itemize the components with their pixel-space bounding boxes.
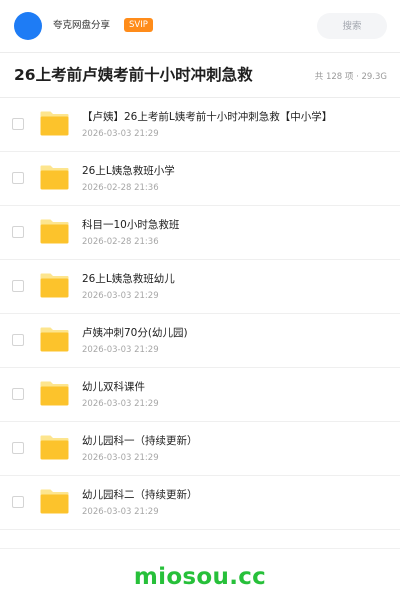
file-name: 幼儿园科一（持续更新） (82, 435, 198, 447)
select-checkbox[interactable] (12, 172, 24, 184)
page-title: 26上考前卢姨考前十小时冲刺急救 (14, 66, 253, 84)
select-checkbox[interactable] (12, 334, 24, 346)
top-bar: 夸克网盘分享 SVIP (0, 0, 400, 53)
file-list: 【卢姨】26上考前L姨考前十小时冲刺急救【中小学】 2026-03-03 21:… (0, 98, 400, 530)
select-checkbox[interactable] (12, 388, 24, 400)
file-name: 科目一10小时急救班 (82, 219, 180, 231)
file-date: 2026-02-28 21:36 (82, 237, 159, 247)
folder-summary: 共 128 项 · 29.3G (314, 72, 387, 82)
select-checkbox[interactable] (12, 226, 24, 238)
file-name: 【卢姨】26上考前L姨考前十小时冲刺急救【中小学】 (82, 111, 333, 123)
file-name: 幼儿园科二（持续更新） (82, 489, 198, 501)
app-name: 夸克网盘分享 (53, 20, 111, 31)
folder-icon (40, 435, 69, 460)
select-checkbox[interactable] (12, 442, 24, 454)
file-row[interactable]: 26上L姨急救班幼儿 2026-03-03 21:29 (0, 260, 400, 314)
file-row[interactable]: 幼儿园科二（持续更新） 2026-03-03 21:29 (0, 476, 400, 530)
file-date: 2026-03-03 21:29 (82, 453, 159, 463)
file-date: 2026-03-03 21:29 (82, 507, 159, 517)
file-date: 2026-03-03 21:29 (82, 345, 159, 355)
share-page: 夸克网盘分享 SVIP 26上考前卢姨考前十小时冲刺急救 共 128 项 · 2… (0, 0, 400, 600)
file-name: 卢姨冲刺70分(幼儿园) (82, 327, 188, 339)
folder-icon (40, 327, 69, 352)
file-row[interactable]: 卢姨冲刺70分(幼儿园) 2026-03-03 21:29 (0, 314, 400, 368)
file-row[interactable]: 【卢姨】26上考前L姨考前十小时冲刺急救【中小学】 2026-03-03 21:… (0, 98, 400, 152)
file-row[interactable]: 26上L姨急救班小学 2026-02-28 21:36 (0, 152, 400, 206)
file-name: 26上L姨急救班小学 (82, 165, 175, 177)
svip-badge: SVIP (124, 18, 153, 32)
search-input[interactable] (317, 13, 387, 39)
folder-icon (40, 273, 69, 298)
file-date: 2026-03-03 21:29 (82, 129, 159, 139)
folder-title-row: 26上考前卢姨考前十小时冲刺急救 共 128 项 · 29.3G (0, 53, 400, 98)
folder-icon (40, 219, 69, 244)
select-checkbox[interactable] (12, 280, 24, 292)
file-row[interactable]: 科目一10小时急救班 2026-02-28 21:36 (0, 206, 400, 260)
file-row[interactable]: 幼儿园科一（持续更新） 2026-03-03 21:29 (0, 422, 400, 476)
avatar[interactable] (14, 12, 42, 40)
file-name: 26上L姨急救班幼儿 (82, 273, 175, 285)
select-checkbox[interactable] (12, 118, 24, 130)
file-row[interactable]: 幼儿双科课件 2026-03-03 21:29 (0, 368, 400, 422)
file-date: 2026-03-03 21:29 (82, 399, 159, 409)
folder-icon (40, 111, 69, 136)
folder-icon (40, 381, 69, 406)
select-checkbox[interactable] (12, 496, 24, 508)
folder-icon (40, 489, 69, 514)
file-date: 2026-03-03 21:29 (82, 291, 159, 301)
watermark: miosou.cc (133, 564, 267, 590)
footer-divider (0, 548, 400, 549)
file-date: 2026-02-28 21:36 (82, 183, 159, 193)
file-name: 幼儿双科课件 (82, 381, 145, 393)
folder-icon (40, 165, 69, 190)
